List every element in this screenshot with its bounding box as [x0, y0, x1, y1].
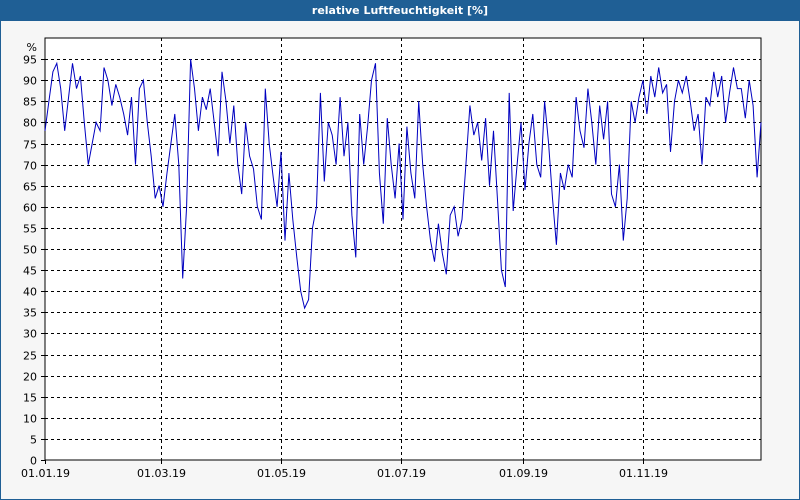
y-tick-label-10: 10	[23, 413, 37, 426]
x-axis-ticks: 01.01.19 01.03.19 01.05.19 01.07.19 01.09.19…	[21, 460, 668, 480]
y-tick-label-55: 55	[23, 223, 37, 236]
y-tick-label-90: 90	[23, 75, 37, 88]
y-tick-label-80: 80	[23, 117, 37, 130]
y-tick-label-70: 70	[23, 160, 37, 173]
y-tick-label-30: 30	[23, 328, 37, 341]
y-tick-label-50: 50	[23, 244, 37, 257]
y-tick-label-95: 95	[23, 54, 37, 67]
y-tick-label-15: 15	[23, 392, 37, 405]
y-tick-label-20: 20	[23, 371, 37, 384]
y-tick-label-5: 5	[30, 434, 37, 447]
x-tick-label-01.07.19: 01.07.19	[377, 467, 426, 480]
chart-title: relative Luftfeuchtigkeit [%]	[1, 1, 799, 21]
y-tick-label-0: 0	[30, 455, 37, 468]
y-tick-label-40: 40	[23, 286, 37, 299]
chart-window: relative Luftfeuchtigkeit [%] 0 5 10 15 20 25…	[0, 0, 800, 500]
x-tick-label-01.03.19: 01.03.19	[137, 467, 186, 480]
y-tick-label-45: 45	[23, 265, 37, 278]
x-tick-label-01.05.19: 01.05.19	[257, 467, 306, 480]
y-axis-label: %	[27, 41, 37, 54]
y-tick-label-60: 60	[23, 202, 37, 215]
y-tick-label-65: 65	[23, 181, 37, 194]
x-tick-label-01.01.19: 01.01.19	[21, 467, 70, 480]
y-tick-label-35: 35	[23, 307, 37, 320]
y-tick-label-25: 25	[23, 350, 37, 363]
y-tick-label-85: 85	[23, 96, 37, 109]
y-axis-ticks: 0 5 10 15 20 25 30 35 40 45 50 55 60 65 70 75 80 85 90 95	[23, 54, 45, 468]
x-tick-label-01.09.19: 01.09.19	[499, 467, 548, 480]
chart-plot: 0 5 10 15 20 25 30 35 40 45 50 55 60 65 70 75 80 85 90 95 0…	[21, 37, 762, 480]
y-tick-label-75: 75	[23, 139, 37, 152]
x-tick-label-01.11.19: 01.11.19	[619, 467, 668, 480]
